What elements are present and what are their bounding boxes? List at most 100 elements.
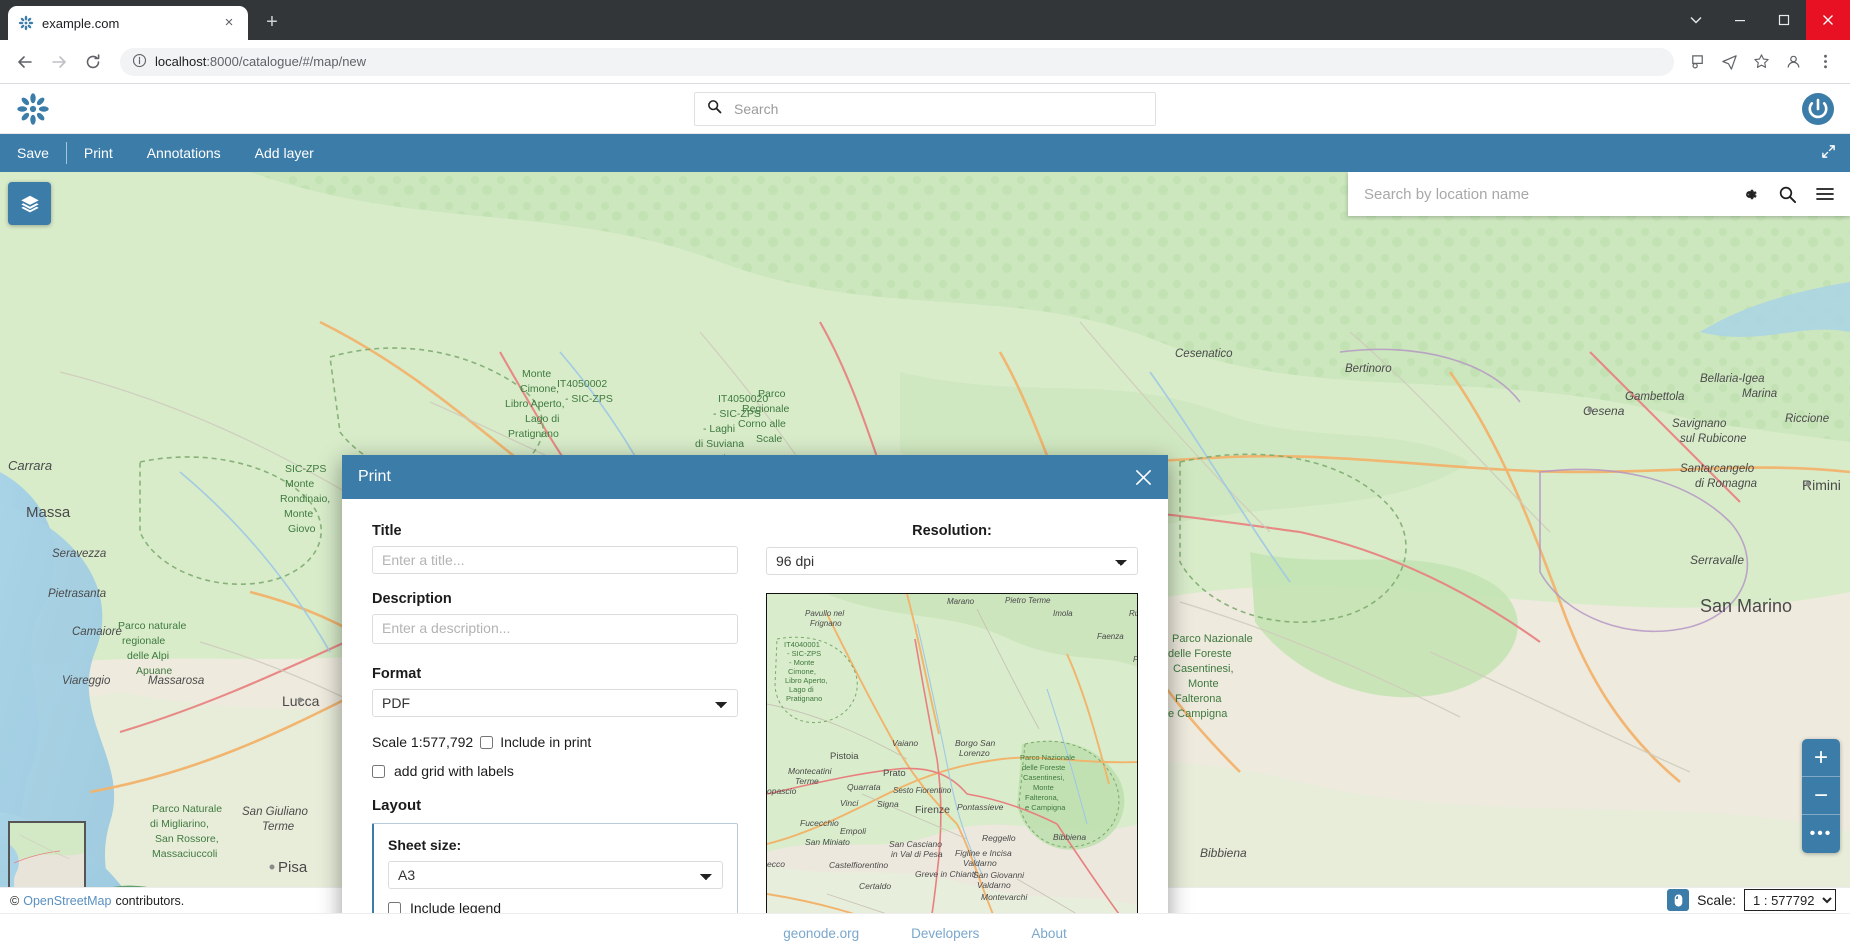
include-in-print-label: Include in print xyxy=(500,734,592,750)
address-bar-url: localhost:8000/catalogue/#/map/new xyxy=(155,54,367,69)
svg-text:Casentinesi,: Casentinesi, xyxy=(1023,773,1064,782)
send-icon[interactable] xyxy=(1718,51,1740,73)
svg-text:Viareggio: Viareggio xyxy=(62,675,111,687)
description-field-label: Description xyxy=(372,591,452,607)
site-info-icon[interactable] xyxy=(132,53,147,71)
svg-text:Reggello: Reggello xyxy=(982,833,1016,843)
svg-text:Santarcangelo: Santarcangelo xyxy=(1680,463,1755,475)
add-grid-checkbox[interactable] xyxy=(372,764,385,778)
chrome-menu-icon[interactable] xyxy=(1814,51,1836,73)
address-bar[interactable]: localhost:8000/catalogue/#/map/new xyxy=(120,47,1674,76)
geonode-logo[interactable] xyxy=(16,92,50,126)
dialog-header: Print xyxy=(342,455,1168,499)
zoom-out-button[interactable]: − xyxy=(1802,777,1840,815)
include-legend-checkbox[interactable] xyxy=(388,901,401,913)
power-icon[interactable] xyxy=(1800,91,1836,127)
svg-text:Montevarchi: Montevarchi xyxy=(981,892,1028,902)
svg-text:Parco Nazionale: Parco Nazionale xyxy=(1020,753,1075,762)
add-grid-label: add grid with labels xyxy=(394,763,514,779)
search-input[interactable] xyxy=(732,99,1143,118)
toolbar-item-save[interactable]: Save xyxy=(0,134,66,172)
bookmark-star-icon[interactable] xyxy=(1750,51,1772,73)
svg-text:Parco: Parco xyxy=(758,388,786,400)
close-tab-icon[interactable]: × xyxy=(220,14,238,32)
svg-text:Castelfiorentino: Castelfiorentino xyxy=(829,860,888,870)
global-search-box[interactable] xyxy=(694,91,1156,126)
svg-text:di Migliarino,: di Migliarino, xyxy=(150,818,209,830)
svg-text:Signa: Signa xyxy=(877,799,899,809)
footer-link-developers[interactable]: Developers xyxy=(911,926,979,941)
gear-icon[interactable] xyxy=(1738,183,1760,205)
svg-text:San Casciano: San Casciano xyxy=(889,839,942,849)
svg-text:- Laghi: - Laghi xyxy=(703,423,735,435)
location-search-bar[interactable] xyxy=(1348,172,1850,216)
svg-text:Parco Naturale: Parco Naturale xyxy=(152,803,222,815)
svg-text:Falterona: Falterona xyxy=(1175,693,1222,705)
svg-text:Savignano: Savignano xyxy=(1672,418,1727,430)
overview-map[interactable] xyxy=(8,821,86,891)
format-select[interactable]: PDF xyxy=(372,689,738,717)
resolution-select[interactable]: 96 dpi xyxy=(766,547,1138,575)
extension-icon[interactable] xyxy=(1686,51,1708,73)
scale-include-row: Scale 1:577,792 Include in print xyxy=(372,734,738,750)
sheet-size-select[interactable]: A3 xyxy=(388,861,723,889)
svg-text:e Campigna: e Campigna xyxy=(1168,708,1228,720)
print-preview-map[interactable]: Pavullo nel Frignano Marano Pietro Terme… xyxy=(766,593,1138,913)
search-icon[interactable] xyxy=(1776,183,1798,205)
scale-widget: Scale: 1 : 577792 xyxy=(1667,887,1836,913)
svg-text:Vinci: Vinci xyxy=(840,798,859,808)
svg-text:Arezzo: Arezzo xyxy=(1067,912,1097,913)
svg-text:Montecatini: Montecatini xyxy=(788,766,833,776)
window-minimize-button[interactable] xyxy=(1718,0,1762,40)
dialog-title: Print xyxy=(358,468,391,485)
app-footer: geonode.org Developers About xyxy=(0,913,1850,952)
sheet-size-label: Sheet size: xyxy=(388,837,462,853)
new-tab-button[interactable]: + xyxy=(258,9,286,37)
mouse-position-icon[interactable] xyxy=(1667,889,1690,911)
svg-text:IT4040001: IT4040001 xyxy=(784,640,820,649)
tab-search-icon[interactable] xyxy=(1674,0,1718,40)
window-maximize-button[interactable] xyxy=(1762,0,1806,40)
reload-icon[interactable] xyxy=(78,47,108,77)
title-input[interactable] xyxy=(372,546,738,574)
forward-icon[interactable] xyxy=(44,47,74,77)
svg-text:Lago di: Lago di xyxy=(525,413,559,425)
app-header xyxy=(0,84,1850,134)
footer-link-about[interactable]: About xyxy=(1031,926,1066,941)
svg-text:Scale: Scale xyxy=(756,433,782,445)
footer-link-geonode-org[interactable]: geonode.org xyxy=(783,926,859,941)
location-search-input[interactable] xyxy=(1362,184,1722,204)
map-viewport[interactable]: Carrara Massa Seravezza Pietrasanta Cama… xyxy=(0,172,1850,913)
svg-text:Sesto Fiorentino: Sesto Fiorentino xyxy=(893,786,952,795)
toolbar-item-print[interactable]: Print xyxy=(67,134,130,172)
scale-select[interactable]: 1 : 577792 xyxy=(1744,889,1836,911)
openstreetmap-link[interactable]: OpenStreetMap xyxy=(23,894,111,908)
profile-avatar-icon[interactable] xyxy=(1782,51,1804,73)
svg-text:Rondinaio,: Rondinaio, xyxy=(280,493,330,505)
dialog-body: Title Description Format PDF Scale 1:577… xyxy=(342,499,1168,913)
svg-text:Regionale: Regionale xyxy=(742,403,789,415)
expand-icon[interactable] xyxy=(1821,144,1836,162)
svg-text:Prato: Prato xyxy=(883,768,906,779)
back-icon[interactable] xyxy=(10,47,40,77)
zoom-in-button[interactable]: + xyxy=(1802,739,1840,777)
svg-text:in Val di Pesa: in Val di Pesa xyxy=(891,849,943,859)
layers-button[interactable] xyxy=(8,182,51,225)
svg-text:Pontassieve: Pontassieve xyxy=(957,802,1004,812)
window-close-button[interactable] xyxy=(1806,0,1850,40)
browser-tab[interactable]: example.com × xyxy=(8,6,248,40)
include-in-print-checkbox[interactable] xyxy=(480,735,494,749)
hamburger-menu-icon[interactable] xyxy=(1814,183,1836,205)
svg-text:Parco Nazionale: Parco Nazionale xyxy=(1172,633,1253,645)
svg-text:- SIC-ZPS: - SIC-ZPS xyxy=(787,649,821,658)
toolbar-item-add-layer[interactable]: Add layer xyxy=(238,134,331,172)
svg-text:Monte: Monte xyxy=(1188,678,1219,690)
close-icon[interactable] xyxy=(1132,466,1154,488)
svg-text:SIC-ZPS: SIC-ZPS xyxy=(285,463,326,475)
map-more-options-button[interactable]: ••• xyxy=(1802,815,1840,853)
map-toolbar: Save Print Annotations Add layer xyxy=(0,134,1850,172)
svg-text:Monte: Monte xyxy=(284,508,313,520)
svg-text:Firenze: Firenze xyxy=(915,804,950,816)
toolbar-item-annotations[interactable]: Annotations xyxy=(130,134,238,172)
description-input[interactable] xyxy=(372,614,738,644)
